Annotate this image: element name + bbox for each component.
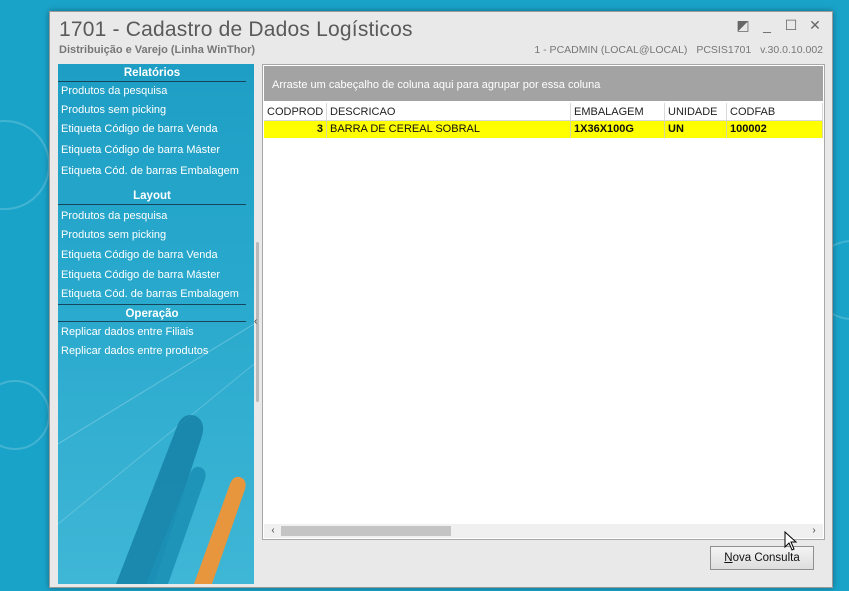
panel-splitter[interactable]: ‹: [254, 242, 262, 402]
maximize-icon[interactable]: ☐: [784, 18, 798, 32]
session-user: 1 - PCADMIN (LOCAL@LOCAL): [534, 44, 688, 56]
window-controls: ◩ _ ☐ ✕: [736, 18, 822, 32]
app-window: 1701 - Cadastro de Dados Logísticos Dist…: [49, 11, 833, 588]
scrollbar-thumb[interactable]: [281, 526, 451, 536]
cell-descricao[interactable]: BARRA DE CEREAL SOBRAL: [327, 121, 571, 138]
column-header-embalagem[interactable]: EMBALAGEM: [571, 103, 665, 120]
sidebar-item-layout-etiqueta-master[interactable]: Etiqueta Código de barra Máster: [58, 266, 254, 285]
cell-codprod[interactable]: 3: [264, 121, 327, 138]
session-module: PCSIS1701: [696, 44, 752, 56]
grid-header: CODPROD DESCRICAO EMBALAGEM UNIDADE CODF…: [264, 103, 823, 121]
sidebar-item-layout-etiqueta-embalagem[interactable]: Etiqueta Cód. de barras Embalagem: [58, 285, 254, 304]
restore-icon[interactable]: ◩: [736, 18, 750, 32]
table-row[interactable]: 3 BARRA DE CEREAL SOBRAL 1X36X100G UN 10…: [264, 121, 823, 138]
sidebar-item-produtos-sem-picking[interactable]: Produtos sem picking: [58, 101, 254, 120]
sidebar-item-layout-produtos-pesquisa[interactable]: Produtos da pesquisa: [58, 207, 254, 226]
products-grid: Arraste um cabeçalho de coluna aqui para…: [262, 64, 825, 540]
sidebar-decoration: [58, 324, 254, 584]
cell-embalagem[interactable]: 1X36X100G: [571, 121, 665, 138]
sidebar-section-layout: Layout: [58, 187, 246, 205]
group-by-panel[interactable]: Arraste um cabeçalho de coluna aqui para…: [264, 66, 823, 101]
cell-unidade[interactable]: UN: [665, 121, 727, 138]
session-version: v.30.0.10.002: [760, 44, 823, 56]
sidebar-item-layout-produtos-sem-picking[interactable]: Produtos sem picking: [58, 226, 254, 245]
horizontal-scrollbar[interactable]: ‹ ›: [264, 524, 823, 538]
minimize-icon[interactable]: _: [760, 18, 774, 32]
sidebar-item-layout-etiqueta-venda[interactable]: Etiqueta Código de barra Venda: [58, 246, 254, 265]
column-header-codfab[interactable]: CODFAB: [727, 103, 823, 120]
sidebar: Relatórios Produtos da pesquisa Produtos…: [58, 64, 254, 584]
sidebar-item-etiqueta-master[interactable]: Etiqueta Código de barra Máster: [58, 141, 254, 160]
sidebar-item-produtos-pesquisa[interactable]: Produtos da pesquisa: [58, 82, 254, 101]
sidebar-section-operacao: Operação: [58, 304, 246, 322]
column-header-descricao[interactable]: DESCRICAO: [327, 103, 571, 120]
sidebar-item-etiqueta-venda[interactable]: Etiqueta Código de barra Venda: [58, 120, 254, 139]
new-query-label: ova Consulta: [732, 552, 800, 564]
sidebar-section-relatorios: Relatórios: [58, 64, 246, 82]
sidebar-item-etiqueta-embalagem[interactable]: Etiqueta Cód. de barras Embalagem: [58, 162, 254, 181]
new-query-mnemonic: N: [724, 552, 733, 564]
collapse-arrow-icon[interactable]: ‹: [254, 316, 257, 327]
session-info: 1 - PCADMIN (LOCAL@LOCAL) PCSIS1701 v.30…: [528, 44, 823, 56]
cell-codfab[interactable]: 100002: [727, 121, 823, 138]
mouse-cursor-icon: [784, 531, 798, 551]
new-query-button[interactable]: Nova Consulta: [710, 546, 814, 570]
window-subtitle: Distribuição e Varejo (Linha WinThor): [59, 44, 256, 56]
column-header-unidade[interactable]: UNIDADE: [665, 103, 727, 120]
window-title: 1701 - Cadastro de Dados Logísticos: [59, 18, 413, 41]
close-icon[interactable]: ✕: [808, 18, 822, 32]
column-header-codprod[interactable]: CODPROD: [264, 103, 327, 120]
scroll-left-icon[interactable]: ‹: [266, 524, 280, 538]
scroll-right-icon[interactable]: ›: [807, 524, 821, 538]
